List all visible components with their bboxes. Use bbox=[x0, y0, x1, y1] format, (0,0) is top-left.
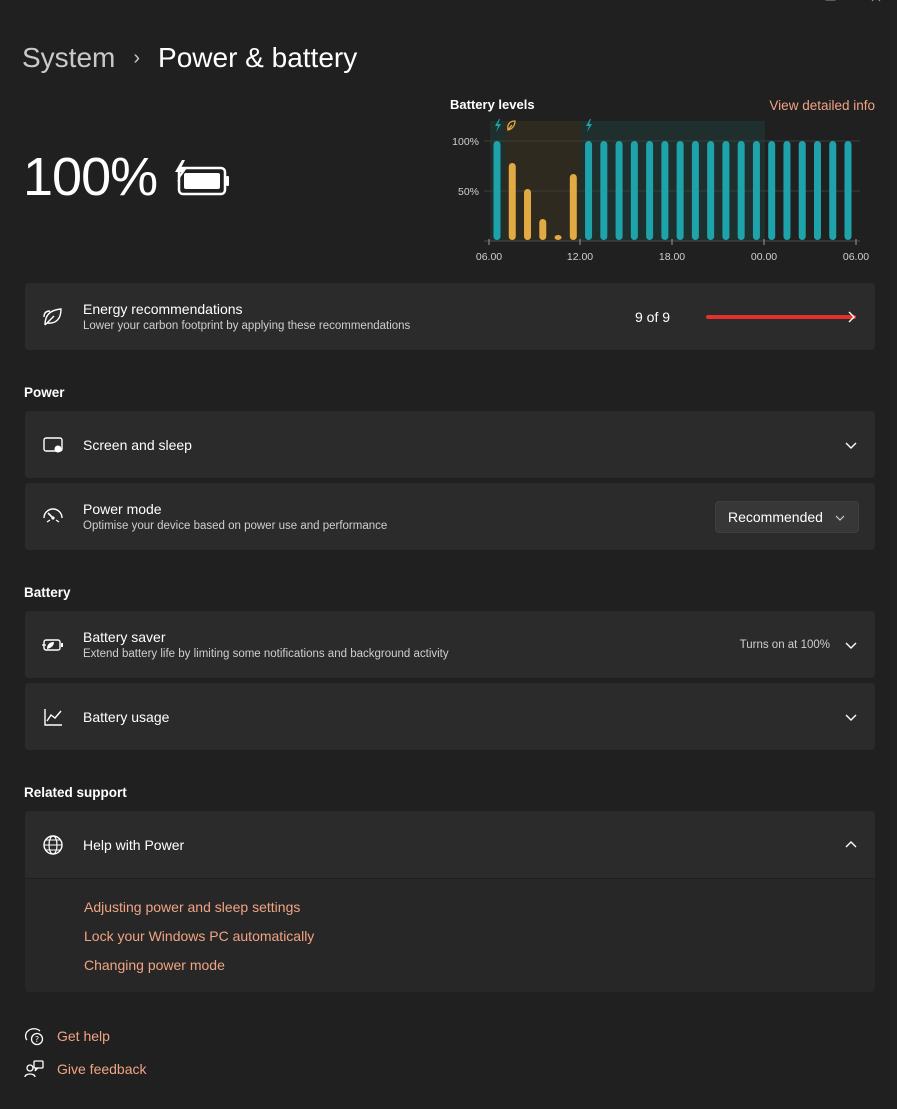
y-tick-label: 100% bbox=[452, 136, 479, 148]
help-with-power-card[interactable]: Help with Power bbox=[25, 811, 875, 878]
battery-level-bar bbox=[768, 141, 776, 240]
screen-sleep-title: Screen and sleep bbox=[83, 437, 192, 453]
give-feedback-link[interactable]: Give feedback bbox=[24, 1059, 147, 1079]
energy-title: Energy recommendations bbox=[83, 301, 243, 317]
breadcrumb-system-link[interactable]: System bbox=[22, 42, 115, 74]
leaf-icon bbox=[41, 305, 65, 329]
energy-recommendations-card[interactable]: Energy recommendations Lower your carbon… bbox=[25, 283, 875, 350]
battery-level-bar bbox=[676, 141, 684, 240]
x-tick-label: 00.00 bbox=[751, 251, 777, 263]
battery-level-bar bbox=[691, 141, 699, 240]
battery-level-bar bbox=[554, 235, 562, 240]
power-mode-card: Power mode Optimise your device based on… bbox=[25, 483, 875, 550]
energy-progress-bar bbox=[706, 315, 856, 319]
battery-level-bar bbox=[661, 141, 669, 240]
battery-charging-icon bbox=[172, 158, 230, 203]
battery-level-bar bbox=[707, 141, 715, 240]
battery-level-bar bbox=[493, 141, 501, 240]
energy-count: 9 of 9 bbox=[635, 309, 671, 325]
chart-title: Battery levels bbox=[450, 97, 535, 112]
globe-icon bbox=[41, 833, 65, 857]
battery-level-bar bbox=[752, 141, 760, 240]
battery-percentage: 100% bbox=[23, 147, 158, 207]
battery-usage-card[interactable]: Battery usage bbox=[25, 683, 875, 750]
power-mode-selected: Recommended bbox=[728, 509, 823, 525]
feedback-icon bbox=[24, 1059, 44, 1079]
battery-usage-icon bbox=[41, 705, 65, 729]
battery-saver-subtitle: Extend battery life by limiting some not… bbox=[83, 648, 449, 660]
get-help-link[interactable]: ? Get help bbox=[24, 1026, 110, 1046]
breadcrumb-separator: › bbox=[133, 46, 141, 69]
screen-and-sleep-card[interactable]: Screen and sleep bbox=[25, 411, 875, 478]
battery-saver-status: Turns on at 100% bbox=[739, 639, 830, 651]
x-tick-label: 12.00 bbox=[567, 251, 593, 263]
battery-level-bar bbox=[783, 141, 791, 240]
related-support-label: Related support bbox=[24, 785, 127, 800]
power-mode-subtitle: Optimise your device based on power use … bbox=[83, 520, 388, 532]
charging-band bbox=[580, 121, 765, 241]
battery-level-bar bbox=[798, 141, 806, 240]
close-icon[interactable] bbox=[871, 0, 883, 8]
battery-level-bar bbox=[813, 141, 821, 240]
battery-level-bar bbox=[569, 174, 577, 240]
power-mode-icon bbox=[41, 505, 65, 529]
help-with-power-title: Help with Power bbox=[83, 837, 185, 853]
battery-saver-title: Battery saver bbox=[83, 629, 166, 645]
battery-level-bar bbox=[539, 219, 547, 240]
x-tick-label: 18.00 bbox=[659, 251, 685, 263]
battery-level-bar bbox=[737, 141, 745, 240]
battery-saver-icon bbox=[41, 633, 65, 657]
screen-sleep-icon bbox=[41, 433, 65, 457]
power-section-label: Power bbox=[24, 385, 65, 400]
battery-section-label: Battery bbox=[24, 585, 71, 600]
get-help-label: Get help bbox=[57, 1028, 110, 1044]
give-feedback-label: Give feedback bbox=[57, 1061, 147, 1077]
battery-level-bar bbox=[585, 141, 593, 240]
battery-level-bar bbox=[615, 141, 623, 240]
help-link-lock-pc[interactable]: Lock your Windows PC automatically bbox=[84, 928, 314, 944]
battery-level-bar bbox=[524, 189, 532, 240]
battery-level-bar bbox=[829, 141, 837, 240]
get-help-icon: ? bbox=[24, 1026, 44, 1046]
battery-levels-chart: 100% 50% 06.00 12.00 18.00 00.00 06.00 bbox=[452, 119, 869, 263]
help-link-power-sleep[interactable]: Adjusting power and sleep settings bbox=[84, 899, 300, 915]
help-link-power-mode[interactable]: Changing power mode bbox=[84, 957, 225, 973]
y-tick-label: 50% bbox=[458, 186, 479, 198]
chevron-right-icon bbox=[843, 309, 859, 325]
battery-level-bar bbox=[722, 141, 730, 240]
chevron-down-icon bbox=[843, 709, 859, 725]
page-title: Power & battery bbox=[158, 42, 358, 73]
svg-text:?: ? bbox=[35, 1035, 39, 1044]
chevron-down-icon bbox=[843, 437, 859, 453]
x-tick-label: 06.00 bbox=[476, 251, 502, 263]
battery-level-bar bbox=[508, 163, 516, 240]
battery-level-bar bbox=[630, 141, 638, 240]
dropdown-chevron-icon bbox=[834, 511, 846, 527]
power-mode-dropdown[interactable]: Recommended bbox=[715, 501, 859, 533]
maximize-icon[interactable] bbox=[825, 0, 837, 8]
energy-subtitle: Lower your carbon footprint by applying … bbox=[83, 320, 411, 332]
battery-level-bar bbox=[600, 141, 608, 240]
x-tick-label: 06.00 bbox=[843, 251, 869, 263]
battery-level-bar bbox=[646, 141, 654, 240]
breadcrumb: System › Power & battery bbox=[22, 42, 357, 74]
power-mode-title: Power mode bbox=[83, 501, 162, 517]
battery-usage-title: Battery usage bbox=[83, 709, 170, 725]
chevron-down-icon bbox=[843, 637, 859, 653]
chevron-up-icon bbox=[843, 837, 859, 853]
view-detailed-info-link[interactable]: View detailed info bbox=[769, 98, 875, 113]
battery-saver-card[interactable]: Battery saver Extend battery life by lim… bbox=[25, 611, 875, 678]
battery-level-bar bbox=[844, 141, 852, 240]
